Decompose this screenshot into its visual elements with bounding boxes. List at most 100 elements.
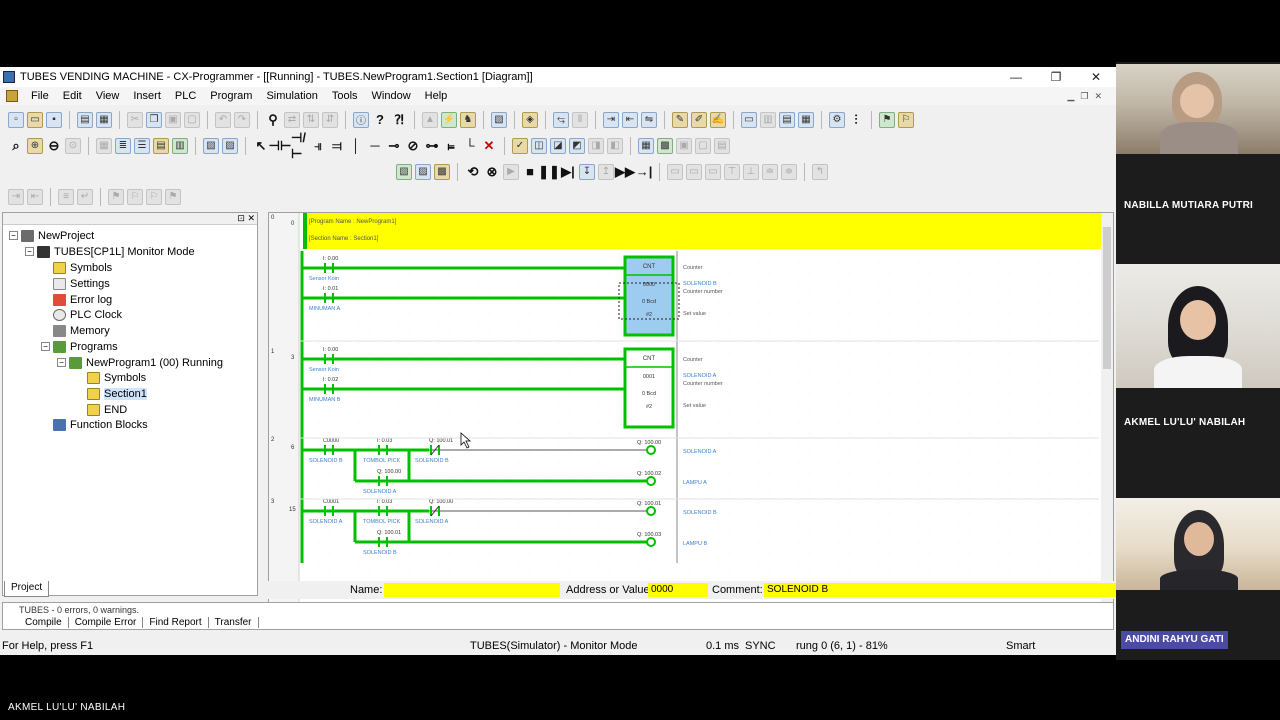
menu-plc[interactable]: PLC (168, 90, 203, 102)
new-icon[interactable]: ▫ (8, 111, 24, 128)
compile-icon[interactable]: ⚙ (829, 111, 845, 128)
show-comments-icon[interactable]: ≣ (115, 137, 131, 154)
bookmark-clear-icon[interactable]: ⚑ (165, 188, 181, 205)
select-mode-icon[interactable]: ↖ (253, 138, 269, 154)
online-edit-cancel-icon[interactable]: ✐ (691, 111, 707, 128)
view-icon[interactable]: ▦ (638, 137, 654, 154)
maximize-button[interactable]: ❐ (1036, 67, 1076, 87)
window-icon[interactable]: ▭ (741, 111, 757, 128)
cut-icon[interactable]: ✂ (127, 111, 143, 128)
sim-tool-5-icon[interactable]: ⊥ (743, 163, 759, 180)
sim-tool-3-icon[interactable]: ▭ (705, 163, 721, 180)
plc-memory-icon[interactable]: ◪ (550, 137, 566, 154)
window-tile-icon[interactable]: ▥ (760, 111, 776, 128)
continuous-step-icon[interactable]: ▶▶ (615, 164, 635, 180)
time-chart-icon[interactable]: ◨ (588, 137, 604, 154)
zoom-out-icon[interactable]: ⊖ (46, 138, 62, 154)
undo-icon[interactable]: ↶ (215, 111, 231, 128)
horizontal-line-icon[interactable]: ─ (367, 138, 383, 154)
tree-node-function-blocks[interactable]: Function Blocks (53, 417, 148, 432)
new-coil-icon[interactable]: ⊸ (386, 138, 402, 154)
menu-window[interactable]: Window (365, 90, 418, 102)
sim-reset-icon[interactable]: ⟲ (465, 164, 481, 180)
print-icon[interactable]: ▤ (77, 111, 93, 128)
tree-node-program-symbols[interactable]: Symbols (87, 370, 146, 385)
new-closed-contact-icon[interactable]: ⊣/⊢ (291, 130, 307, 161)
menu-simulation[interactable]: Simulation (259, 90, 324, 102)
compile-all-icon[interactable]: ⫶ (848, 112, 864, 128)
tree-node-error-log[interactable]: Error log (53, 292, 112, 307)
name-field[interactable] (384, 583, 560, 597)
auto-online-icon[interactable]: ♞ (460, 111, 476, 128)
step-out-icon[interactable]: ↥ (598, 163, 614, 180)
ladder-diagram[interactable]: [Program Name : NewProgram1] [Section Nam… (268, 212, 1114, 628)
compare-icon[interactable]: ⇋ (641, 111, 657, 128)
simulation-debug-icon[interactable]: ⚐ (898, 111, 914, 128)
check-program-icon[interactable]: ✓ (512, 137, 528, 154)
panel-close-icon[interactable]: ⊡ ✕ (3, 213, 257, 225)
monitor-mode-icon[interactable]: ◈ (522, 111, 538, 128)
menu-view[interactable]: View (89, 90, 127, 102)
sim-stop-icon[interactable]: ■ (522, 164, 538, 180)
data-trace-icon[interactable]: ◩ (569, 137, 585, 154)
mnemonics-icon[interactable]: ▥ (172, 137, 188, 154)
sim-tool-4-icon[interactable]: ⊤ (724, 163, 740, 180)
online-edit-icon[interactable]: ✎ (672, 111, 688, 128)
sim-tool-6-icon[interactable]: ≐ (762, 163, 778, 180)
address-ref-icon[interactable]: ⇵ (322, 111, 338, 128)
tree-node-memory[interactable]: Memory (53, 323, 110, 338)
tree-node-programs[interactable]: − Programs (41, 339, 118, 354)
tab-compile-error[interactable]: Compile Error (69, 617, 144, 628)
watch-window-icon[interactable]: ▨ (222, 137, 238, 154)
differential-monitor-icon[interactable]: ▣ (676, 137, 692, 154)
redo-icon[interactable]: ↷ (234, 111, 250, 128)
properties-icon[interactable]: ⓘ (353, 111, 369, 128)
vertical-line-icon[interactable]: │ (348, 138, 364, 154)
pause-icon[interactable]: Ⅱ (572, 111, 588, 128)
transfer-to-plc-icon[interactable]: ⇥ (603, 111, 619, 128)
menu-insert[interactable]: Insert (126, 90, 168, 102)
open-icon[interactable]: ▭ (27, 111, 43, 128)
tree-node-settings[interactable]: Settings (53, 276, 110, 291)
step-in-icon[interactable]: ↧ (579, 163, 595, 180)
menu-help[interactable]: Help (418, 90, 455, 102)
address-field[interactable]: 0000 (648, 583, 708, 597)
comment-field[interactable]: SOLENOID B (764, 583, 1116, 597)
rung-icon[interactable]: ▤ (153, 137, 169, 154)
tree-node-end[interactable]: END (87, 402, 127, 417)
grid-icon[interactable]: ▦ (96, 137, 112, 154)
sim-tool-7-icon[interactable]: ≑ (781, 163, 797, 180)
online-edit-send-icon[interactable]: ✍ (710, 111, 726, 128)
sim-io-icon[interactable]: ▩ (434, 163, 450, 180)
tree-node-plc[interactable]: − TUBES[CP1L] Monitor Mode (25, 244, 195, 259)
close-button[interactable]: ✕ (1076, 67, 1116, 87)
sim-settings-icon[interactable]: ▨ (415, 163, 431, 180)
outdent-icon[interactable]: ⇤ (27, 188, 43, 205)
copy-icon[interactable]: ❐ (146, 111, 162, 128)
delete-icon[interactable]: ▢ (184, 111, 200, 128)
sim-tool-1-icon[interactable]: ▭ (667, 163, 683, 180)
replace-icon[interactable]: ⇄ (284, 111, 300, 128)
tab-compile[interactable]: Compile (19, 617, 69, 628)
window-cascade-icon[interactable]: ▤ (779, 111, 795, 128)
symbol-table-icon[interactable]: ▧ (203, 137, 219, 154)
tree-node-symbols[interactable]: Symbols (53, 260, 112, 275)
tree-node-plc-clock[interactable]: PLC Clock (53, 307, 122, 322)
sim-pause-icon[interactable]: ❚❚ (538, 164, 560, 180)
wrap-icon[interactable]: ↵ (77, 188, 93, 205)
io-table-icon[interactable]: ◫ (531, 137, 547, 154)
menu-program[interactable]: Program (203, 90, 259, 102)
new-instruction-icon[interactable]: ⊶ (424, 138, 440, 154)
sim-tool-8-icon[interactable]: ↰ (812, 163, 828, 180)
bookmark-next-icon[interactable]: ⚐ (127, 188, 143, 205)
tab-project[interactable]: Project (4, 581, 50, 597)
indent-icon[interactable]: ⇥ (8, 188, 24, 205)
zoom-fit-icon[interactable]: ⊙ (65, 137, 81, 154)
toggle-monitoring-icon[interactable]: ⥃ (553, 111, 569, 128)
pld-icon[interactable]: ⫢ (443, 138, 459, 154)
window-split-icon[interactable]: ▦ (798, 111, 814, 128)
transfer-from-plc-icon[interactable]: ⇤ (622, 111, 638, 128)
bookmark-prev-icon[interactable]: ⚐ (146, 188, 162, 205)
online-icon[interactable]: ▲ (422, 111, 438, 128)
scan-run-icon[interactable]: →| (636, 164, 653, 180)
